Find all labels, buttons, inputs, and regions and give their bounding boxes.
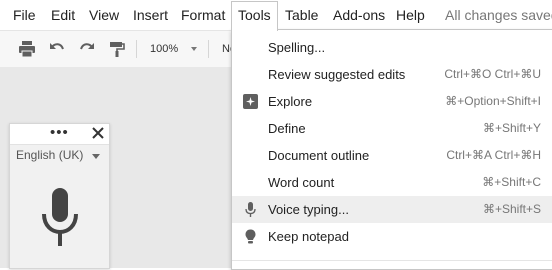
zoom-chevron-down-icon[interactable] [191, 47, 197, 51]
menu-item-spelling[interactable]: Spelling... [232, 34, 552, 61]
tools-menu: Spelling... Review suggested edits Ctrl+… [231, 29, 552, 270]
menu-table[interactable]: Table [285, 0, 318, 30]
menu-item-label: Spelling... [268, 40, 326, 55]
menu-bar: File Edit View Insert Format Tools Table… [0, 0, 552, 31]
menu-insert[interactable]: Insert [133, 0, 168, 30]
menu-item-shortcut: ⌘+Shift+S [482, 202, 541, 216]
save-status: All changes saved [445, 7, 552, 23]
undo-icon[interactable] [48, 40, 66, 58]
close-icon[interactable] [92, 127, 104, 139]
microphone-icon[interactable] [36, 186, 84, 250]
menu-item-review-suggested-edits[interactable]: Review suggested edits Ctrl+⌘O Ctrl+⌘U [232, 61, 552, 88]
menu-format[interactable]: Format [181, 0, 225, 30]
more-dots-icon[interactable]: ••• [50, 124, 69, 142]
language-select[interactable]: English (UK) [16, 148, 83, 162]
chevron-down-icon[interactable] [92, 154, 100, 159]
menu-item-shortcut: Ctrl+⌘O Ctrl+⌘U [444, 67, 541, 81]
menu-separator [232, 260, 552, 261]
menu-item-label: Explore [268, 94, 313, 109]
menu-item-label: Word count [268, 175, 335, 190]
menu-item-define[interactable]: Define ⌘+Shift+Y [232, 115, 552, 142]
menu-item-shortcut: ⌘+Shift+Y [482, 121, 541, 135]
menu-view[interactable]: View [89, 0, 119, 30]
menu-item-voice-typing[interactable]: Voice typing... ⌘+Shift+S [232, 196, 552, 223]
voice-typing-panel: ••• English (UK) [9, 123, 110, 269]
menu-item-label: Voice typing... [268, 202, 349, 217]
menu-item-shortcut: ⌘+Option+Shift+I [445, 94, 541, 108]
menu-item-shortcut: Ctrl+⌘A Ctrl+⌘H [446, 148, 541, 162]
menu-item-label: Review suggested edits [268, 67, 406, 82]
menu-add-ons[interactable]: Add-ons [333, 0, 385, 30]
menu-item-word-count[interactable]: Word count ⌘+Shift+C [232, 169, 552, 196]
menu-tools[interactable]: Tools [231, 1, 278, 31]
paint-format-icon[interactable] [108, 40, 126, 58]
microphone-icon [245, 202, 256, 217]
menu-help[interactable]: Help [396, 0, 425, 30]
menu-item-label: Keep notepad [268, 229, 349, 244]
explore-icon [243, 94, 258, 109]
menu-file[interactable]: File [13, 0, 36, 30]
menu-item-label: Document outline [268, 148, 370, 163]
menu-item-keep-notepad[interactable]: Keep notepad [232, 223, 552, 250]
menu-edit[interactable]: Edit [51, 0, 75, 30]
toolbar-divider [208, 40, 209, 58]
print-icon[interactable] [18, 40, 36, 58]
lightbulb-icon [245, 229, 256, 244]
menu-item-label: Define [268, 121, 306, 136]
toolbar-divider [136, 40, 137, 58]
zoom-select[interactable]: 100% [150, 31, 178, 67]
menu-item-shortcut: ⌘+Shift+C [482, 175, 541, 189]
menu-item-explore[interactable]: Explore ⌘+Option+Shift+I [232, 88, 552, 115]
voice-panel-header[interactable]: ••• [10, 124, 109, 145]
redo-icon[interactable] [78, 40, 96, 58]
menu-item-document-outline[interactable]: Document outline Ctrl+⌘A Ctrl+⌘H [232, 142, 552, 169]
